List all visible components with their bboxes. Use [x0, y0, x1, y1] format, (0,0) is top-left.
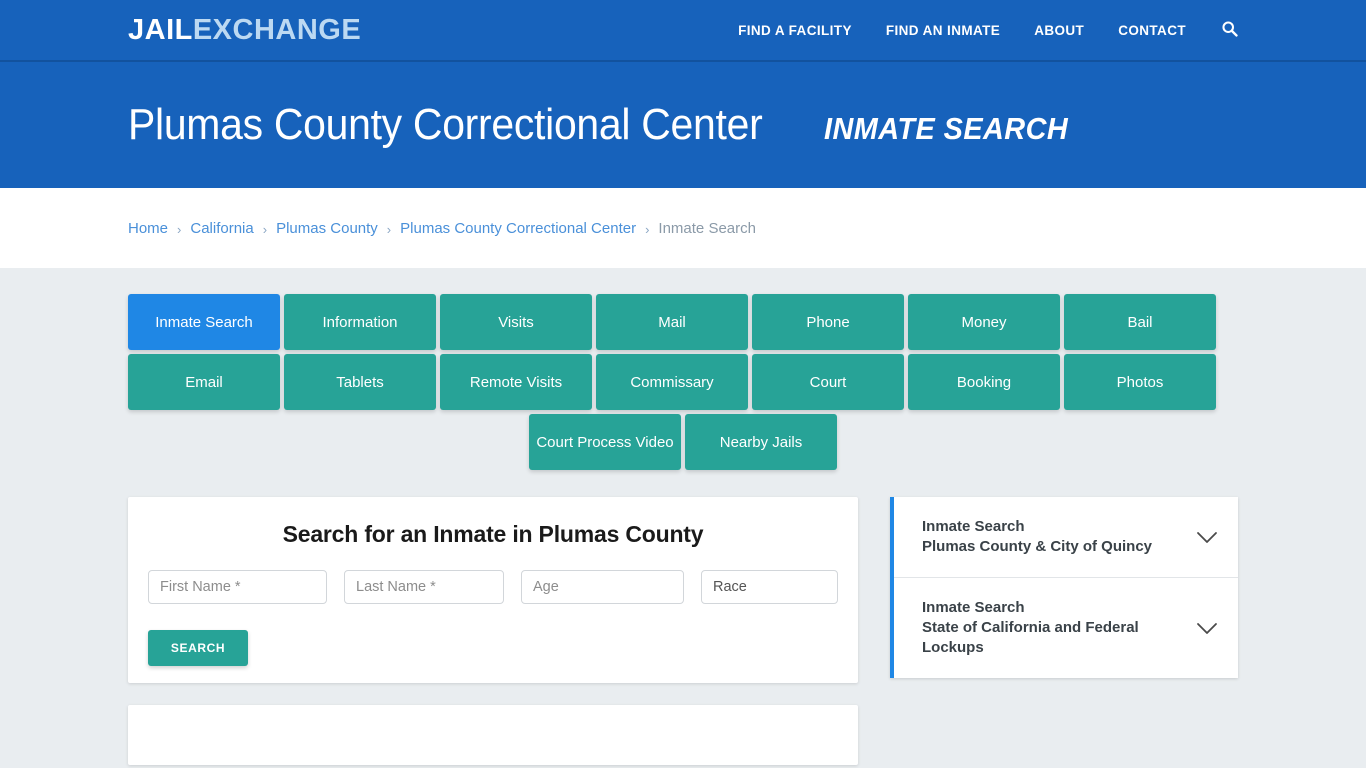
tab-court-process-video[interactable]: Court Process Video	[529, 414, 681, 470]
first-name-input[interactable]	[148, 570, 327, 604]
accordion-item-text: Inmate Search Plumas County & City of Qu…	[922, 517, 1184, 557]
logo-text-jail: JAIL	[128, 13, 193, 46]
tab-mail[interactable]: Mail	[596, 294, 748, 350]
breadcrumb-bar: Home › California › Plumas County › Plum…	[0, 188, 1366, 268]
tab-photos[interactable]: Photos	[1064, 354, 1216, 410]
accordion-item-subtitle: State of California and Federal Lockups	[922, 619, 1139, 656]
nav-link-contact[interactable]: CONTACT	[1101, 23, 1203, 38]
tab-nearby-jails[interactable]: Nearby Jails	[685, 414, 837, 470]
right-column: Inmate Search Plumas County & City of Qu…	[890, 497, 1238, 678]
accordion-item-subtitle: Plumas County & City of Quincy	[922, 538, 1153, 555]
race-select[interactable]: Race	[701, 570, 838, 604]
chevron-right-icon: ›	[262, 221, 268, 237]
tab-email[interactable]: Email	[128, 354, 280, 410]
facility-tab-row-3: Court Process Video Nearby Jails	[128, 414, 1238, 470]
top-navigation-bar: JAILEXCHANGE FIND A FACILITY FIND AN INM…	[0, 0, 1366, 62]
nav-search-button[interactable]	[1203, 20, 1238, 40]
tab-court[interactable]: Court	[752, 354, 904, 410]
last-name-input[interactable]	[344, 570, 504, 604]
breadcrumb-item-current: Inmate Search	[658, 219, 756, 237]
tab-commissary[interactable]: Commissary	[596, 354, 748, 410]
chevron-down-icon[interactable]	[1196, 622, 1218, 635]
nav-link-about[interactable]: ABOUT	[1017, 23, 1101, 38]
breadcrumb-item-plumas-county[interactable]: Plumas County	[276, 220, 378, 237]
inmate-search-accordion: Inmate Search Plumas County & City of Qu…	[890, 497, 1238, 678]
tab-remote-visits[interactable]: Remote Visits	[440, 354, 592, 410]
banner-inner: Plumas County Correctional Center INMATE…	[128, 103, 1087, 147]
accordion-item-text: Inmate Search State of California and Fe…	[922, 598, 1184, 658]
site-logo[interactable]: JAILEXCHANGE	[128, 13, 362, 46]
left-column: Search for an Inmate in Plumas County Ra…	[128, 497, 858, 765]
tab-inmate-search[interactable]: Inmate Search	[128, 294, 280, 350]
tab-booking[interactable]: Booking	[908, 354, 1060, 410]
inmate-search-card: Search for an Inmate in Plumas County Ra…	[128, 497, 858, 683]
tab-visits[interactable]: Visits	[440, 294, 592, 350]
accordion-item-plumas-county[interactable]: Inmate Search Plumas County & City of Qu…	[894, 497, 1238, 578]
breadcrumb-item-facility[interactable]: Plumas County Correctional Center	[400, 220, 636, 237]
chevron-right-icon: ›	[645, 221, 650, 237]
search-fields-row: Race	[148, 570, 838, 604]
search-button[interactable]: SEARCH	[148, 630, 248, 666]
tab-phone[interactable]: Phone	[752, 294, 904, 350]
tab-information[interactable]: Information	[284, 294, 436, 350]
accordion-item-title: Inmate Search	[922, 518, 1025, 535]
tab-money[interactable]: Money	[908, 294, 1060, 350]
content-columns: Search for an Inmate in Plumas County Ra…	[128, 497, 1366, 765]
primary-nav-links: FIND A FACILITY FIND AN INMATE ABOUT CON…	[721, 20, 1366, 40]
age-input[interactable]	[521, 570, 684, 604]
nav-link-find-an-inmate[interactable]: FIND AN INMATE	[869, 23, 1017, 38]
accordion-item-title: Inmate Search	[922, 599, 1025, 616]
breadcrumb-item-home[interactable]: Home	[128, 220, 168, 237]
accordion-item-state-federal[interactable]: Inmate Search State of California and Fe…	[894, 578, 1238, 678]
breadcrumb: Home › California › Plumas County › Plum…	[128, 220, 756, 237]
page-title: Plumas County Correctional Center	[128, 100, 763, 149]
facility-tab-grid: Inmate Search Information Visits Mail Ph…	[128, 294, 1238, 410]
breadcrumb-item-california[interactable]: California	[190, 220, 253, 237]
main-content: Inmate Search Information Visits Mail Ph…	[0, 268, 1366, 765]
page-banner: Plumas County Correctional Center INMATE…	[0, 62, 1366, 188]
chevron-right-icon: ›	[177, 221, 182, 237]
chevron-right-icon: ›	[386, 221, 392, 237]
logo-text-exchange: EXCHANGE	[192, 13, 362, 46]
chevron-down-icon[interactable]	[1196, 531, 1218, 544]
search-icon	[1221, 20, 1238, 40]
secondary-content-card	[128, 705, 858, 765]
nav-link-find-a-facility[interactable]: FIND A FACILITY	[721, 23, 869, 38]
tab-tablets[interactable]: Tablets	[284, 354, 436, 410]
page-title-suffix: INMATE SEARCH	[824, 111, 1069, 146]
tab-bail[interactable]: Bail	[1064, 294, 1216, 350]
search-heading: Search for an Inmate in Plumas County	[282, 521, 704, 547]
